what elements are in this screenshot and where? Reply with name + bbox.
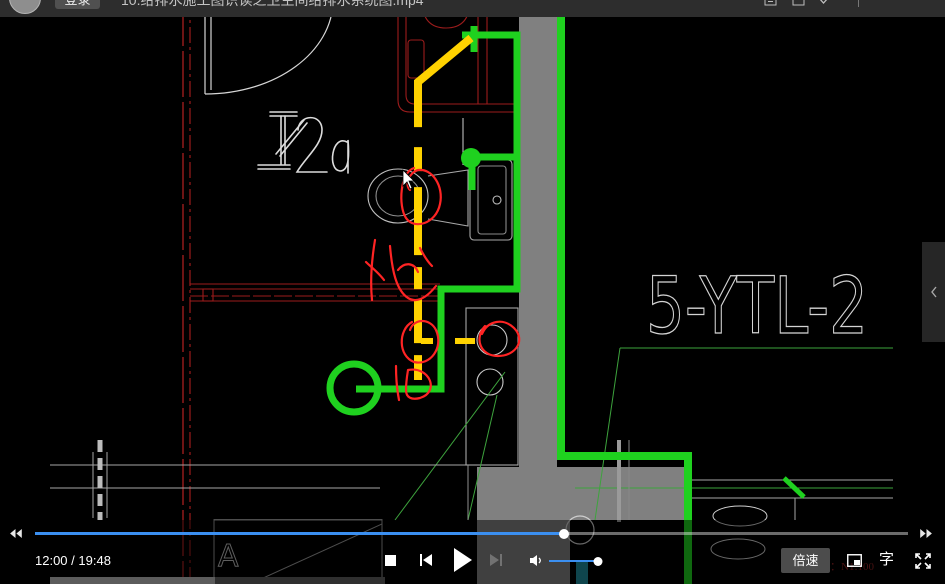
stop-icon[interactable] — [385, 555, 396, 566]
rewind-icon[interactable] — [9, 529, 22, 538]
pipe-riser-tag: 5-YTL-2 — [646, 262, 868, 352]
current-time: 12:00 — [35, 553, 68, 568]
user-avatar[interactable] — [9, 0, 41, 14]
video-title: 10.给排水施工图识读之卫生间给排水系统图.mp4 — [121, 0, 424, 8]
player-control-bar: 12:00 / 19:48 倍速 字 — [0, 520, 945, 584]
volume-knob[interactable] — [593, 556, 603, 566]
duration: 19:48 — [78, 553, 111, 568]
volume-slider[interactable] — [549, 556, 603, 566]
video-player[interactable]: 5-YTL-2 A ：N1:100 登录 10.给排水施工图识读之卫生间给排水系… — [0, 0, 945, 584]
subtitle-button[interactable]: 字 — [879, 551, 894, 569]
chevron-left-icon — [931, 286, 937, 298]
video-frame-cad-drawing[interactable]: 5-YTL-2 A ：N1:100 — [0, 0, 945, 584]
chevron-down-icon[interactable] — [817, 0, 830, 6]
side-panel-toggle[interactable] — [922, 242, 945, 342]
progress-bar[interactable] — [35, 528, 908, 539]
time-separator: / — [67, 553, 79, 568]
fast-forward-icon[interactable] — [920, 529, 933, 538]
progress-played — [35, 532, 565, 535]
picture-in-picture-icon[interactable] — [847, 554, 862, 567]
title-bar-separator — [858, 0, 859, 7]
play-icon[interactable] — [453, 547, 473, 573]
title-bar: 登录 10.给排水施工图识读之卫生间给排水系统图.mp4 — [0, 0, 945, 17]
previous-icon[interactable] — [420, 553, 432, 567]
playback-speed-button[interactable]: 倍速 — [781, 548, 830, 573]
fullscreen-icon[interactable] — [915, 553, 931, 569]
next-icon[interactable] — [490, 553, 502, 567]
progress-knob[interactable] — [559, 528, 570, 539]
volume-icon[interactable] — [529, 554, 543, 567]
floor-drain — [461, 148, 481, 168]
volume-level — [549, 560, 599, 562]
login-button[interactable]: 登录 — [55, 0, 100, 9]
mini-mode-icon[interactable] — [764, 0, 777, 6]
time-display: 12:00 / 19:48 — [35, 553, 111, 569]
window-mode-icon[interactable] — [792, 0, 805, 6]
